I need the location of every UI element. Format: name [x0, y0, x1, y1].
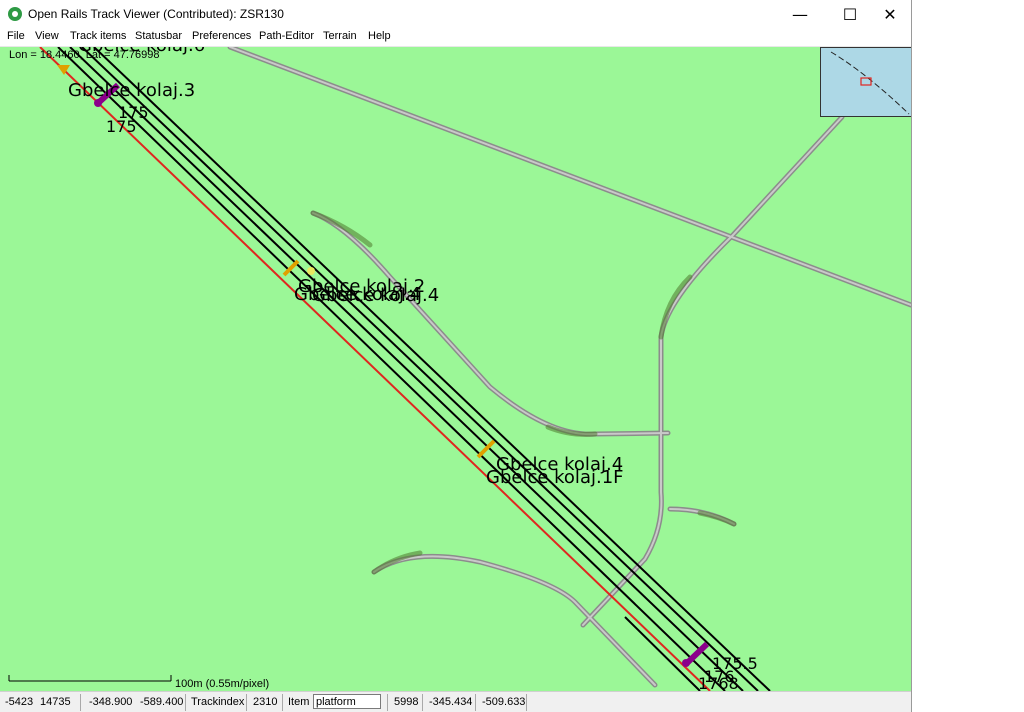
overview-minimap[interactable]	[820, 47, 911, 117]
scale-label: 100m (0.55m/pixel)	[175, 678, 270, 690]
status-item-field[interactable]: platform	[313, 694, 381, 709]
status-trackindex-value: 2310	[253, 696, 278, 708]
status-item-index: 5998	[394, 696, 419, 708]
menu-file[interactable]: File	[7, 30, 25, 42]
minimize-button[interactable]: —	[777, 0, 823, 28]
app-window: Open Rails Track Viewer (Contributed): Z…	[0, 0, 912, 712]
menu-terrain[interactable]: Terrain	[323, 30, 357, 42]
menu-bar: File View Track items Statusbar Preferen…	[0, 28, 911, 47]
scale-bar	[8, 675, 172, 682]
menu-help[interactable]: Help	[368, 30, 391, 42]
status-bar: -5423 14735 -348.900 -589.400 Trackindex…	[0, 691, 911, 712]
status-trackindex-label: Trackindex	[191, 696, 245, 708]
menu-preferences[interactable]: Preferences	[192, 30, 251, 42]
menu-statusbar[interactable]: Statusbar	[135, 30, 182, 42]
status-loc-x: -348.900	[89, 696, 133, 708]
status-item-label: Item	[288, 696, 310, 708]
close-button[interactable]: ✕	[867, 0, 911, 28]
status-loc-z: -589.400	[140, 696, 184, 708]
minimap-drawing	[830, 51, 910, 115]
status-tile-z: 14735	[40, 696, 71, 708]
window-title: Open Rails Track Viewer (Contributed): Z…	[28, 7, 284, 21]
title-bar: Open Rails Track Viewer (Contributed): Z…	[0, 0, 911, 28]
track-map-canvas[interactable]: Lon = 18.4460, Lat = 47.76998 Gbelce kol…	[0, 47, 911, 691]
status-item-z: -509.633	[482, 696, 526, 708]
status-item-x: -345.434	[429, 696, 473, 708]
status-tile-x: -5423	[5, 696, 34, 708]
menu-track-items[interactable]: Track items	[70, 30, 126, 42]
app-logo-icon	[8, 7, 22, 21]
menu-path-editor[interactable]: Path-Editor	[259, 30, 314, 42]
menu-view[interactable]: View	[35, 30, 59, 42]
